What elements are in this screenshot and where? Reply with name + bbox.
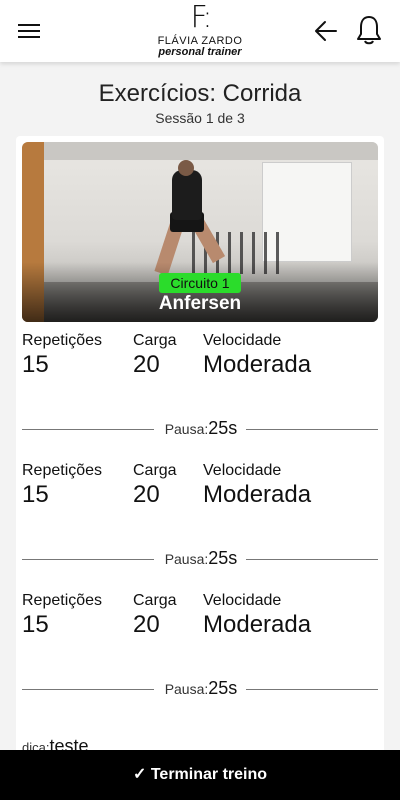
reps-label: Repetições xyxy=(22,332,103,349)
page-title: Exercícios: Corrida xyxy=(98,80,302,107)
load-label: Carga xyxy=(133,592,177,609)
brand-logo: F: FLÁVIA ZARDO personal trainer xyxy=(150,3,250,58)
set-row: Repetições 15 Carga 20 Velocidade Modera… xyxy=(22,462,378,512)
pause-divider: Pausa:25s xyxy=(22,678,378,700)
pause-divider: Pausa:25s xyxy=(22,418,378,440)
speed-label: Velocidade xyxy=(203,462,282,479)
session-indicator: Sessão 1 de 3 xyxy=(155,110,245,126)
set-row: Repetições 15 Carga 20 Velocidade Modera… xyxy=(22,592,378,642)
reps-value: 15 xyxy=(22,611,49,638)
exercise-video[interactable]: Circuito 1 Anfersen xyxy=(22,142,378,322)
finish-workout-button[interactable]: ✓ Terminar treino xyxy=(0,750,400,800)
pause-value: 25s xyxy=(208,548,238,568)
reps-value: 15 xyxy=(22,351,49,378)
load-label: Carga xyxy=(133,462,177,479)
reps-label: Repetições xyxy=(22,592,103,609)
pause-value: 25s xyxy=(208,678,238,698)
logo-mark: F: xyxy=(190,0,212,35)
set-row: Repetições 15 Carga 20 Velocidade Modera… xyxy=(22,332,378,382)
hamburger-menu-icon[interactable] xyxy=(18,20,44,42)
pause-divider: Pausa:25s xyxy=(22,548,378,570)
exercise-name: Anfersen xyxy=(158,293,242,314)
bell-icon[interactable] xyxy=(355,14,383,46)
speed-value: Moderada xyxy=(203,351,312,378)
load-value: 20 xyxy=(133,481,160,508)
pause-value: 25s xyxy=(208,418,238,438)
app-header: F: FLÁVIA ZARDO personal trainer xyxy=(0,0,400,62)
load-value: 20 xyxy=(133,611,160,638)
load-value: 20 xyxy=(133,351,160,378)
speed-value: Moderada xyxy=(203,481,312,508)
logo-subtitle: personal trainer xyxy=(158,46,242,58)
pause-label: Pausa: xyxy=(164,681,209,697)
speed-value: Moderada xyxy=(203,611,312,638)
speed-label: Velocidade xyxy=(203,592,282,609)
pause-label: Pausa: xyxy=(164,421,209,437)
reps-value: 15 xyxy=(22,481,49,508)
arrow-left-icon[interactable] xyxy=(312,17,340,45)
circuit-badge: Circuito 1 xyxy=(159,273,241,293)
reps-label: Repetições xyxy=(22,462,103,479)
exercise-card: Circuito 1 Anfersen Repetições 15 Carga … xyxy=(16,136,384,776)
pause-label: Pausa: xyxy=(164,551,209,567)
load-label: Carga xyxy=(133,332,177,349)
speed-label: Velocidade xyxy=(203,332,282,349)
